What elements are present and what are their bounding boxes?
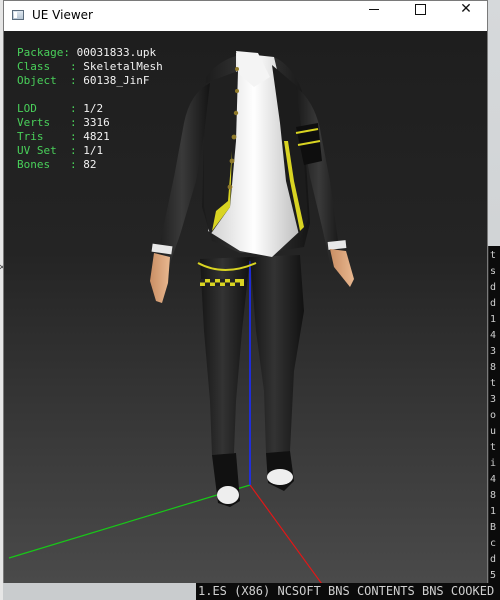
info-value-bones: 82 bbox=[83, 158, 97, 171]
background-console-strip: 1.ES (X86) NCSOFT BNS CONTENTS BNS COOKE… bbox=[196, 583, 500, 600]
info-row-bones: Bones : 82 bbox=[17, 158, 163, 172]
info-label-bones: Bones bbox=[17, 158, 51, 171]
mesh-info-overlay: Package: 00031833.upk Class : SkeletalMe… bbox=[17, 46, 163, 172]
info-value-class: SkeletalMesh bbox=[83, 60, 163, 73]
title-bar[interactable]: UE Viewer ✕ bbox=[4, 1, 487, 31]
info-value-verts: 3316 bbox=[83, 116, 110, 129]
info-sep: : bbox=[43, 130, 84, 143]
info-sep: : bbox=[56, 74, 84, 87]
ue-viewer-window: UE Viewer ✕ Package: 00031833.upk Class … bbox=[3, 0, 488, 583]
minimize-button[interactable] bbox=[351, 1, 397, 31]
background-console-line: 8 bbox=[490, 362, 497, 373]
background-console-window: tsdd1438t3outi481Bcd5t bbox=[488, 246, 500, 600]
info-sep: : bbox=[36, 102, 84, 115]
window-title: UE Viewer bbox=[32, 8, 93, 22]
info-label-tris: Tris bbox=[17, 130, 44, 143]
info-label-uvset: UV Set bbox=[17, 144, 57, 157]
info-label-lod: LOD bbox=[17, 102, 37, 115]
info-sep: : bbox=[63, 46, 77, 59]
background-console-line: d bbox=[490, 282, 497, 293]
info-label-object: Object bbox=[17, 74, 57, 87]
info-value-object: 60138_JinF bbox=[83, 74, 150, 87]
background-console-line: 1 bbox=[490, 506, 497, 517]
maximize-icon bbox=[414, 3, 426, 15]
right-shoe-sole bbox=[267, 469, 293, 485]
info-row-verts: Verts : 3316 bbox=[17, 116, 163, 130]
info-label-package: Package bbox=[17, 46, 64, 59]
right-leg bbox=[250, 255, 304, 453]
background-console-line: B bbox=[490, 522, 497, 533]
close-icon: ✕ bbox=[460, 1, 472, 17]
info-value-lod: 1/2 bbox=[83, 102, 104, 115]
background-console-line: 5 bbox=[490, 570, 497, 581]
info-sep: : bbox=[56, 144, 84, 157]
left-hand bbox=[150, 253, 170, 303]
background-console-line: 3 bbox=[490, 346, 497, 357]
background-console-line: t bbox=[490, 378, 497, 389]
background-console-line: t bbox=[490, 442, 497, 453]
info-row-uvset: UV Set : 1/1 bbox=[17, 144, 163, 158]
app-window-icon[interactable] bbox=[12, 10, 24, 20]
background-console-line: c bbox=[490, 538, 497, 549]
info-value-tris: 4821 bbox=[83, 130, 110, 143]
background-console-line: u bbox=[490, 426, 497, 437]
background-console-line: 8 bbox=[490, 490, 497, 501]
background-console-line: t bbox=[490, 250, 497, 261]
info-row-class: Class : SkeletalMesh bbox=[17, 60, 163, 74]
background-console-line: 1 bbox=[490, 314, 497, 325]
left-shoe-sole bbox=[217, 486, 239, 504]
right-hand bbox=[330, 249, 354, 287]
info-row-lod: LOD : 1/2 bbox=[17, 102, 163, 116]
info-sep: : bbox=[50, 60, 84, 73]
background-console-line: i bbox=[490, 458, 497, 469]
info-sep: : bbox=[50, 116, 84, 129]
minimize-icon bbox=[369, 8, 379, 10]
background-console-line: s bbox=[490, 266, 497, 277]
close-button[interactable]: ✕ bbox=[443, 1, 489, 31]
info-row-tris: Tris : 4821 bbox=[17, 130, 163, 144]
background-console-line: d bbox=[490, 298, 497, 309]
maximize-button[interactable] bbox=[397, 1, 443, 31]
background-console-text: 1.ES (X86) NCSOFT BNS CONTENTS BNS COOKE… bbox=[198, 584, 495, 598]
info-value-package: 00031833.upk bbox=[76, 46, 157, 59]
background-console-line: o bbox=[490, 410, 497, 421]
background-console-line: 4 bbox=[490, 474, 497, 485]
info-row-object: Object : 60138_JinF bbox=[17, 74, 163, 88]
info-value-uvset: 1/1 bbox=[83, 144, 104, 157]
3d-viewport[interactable]: Package: 00031833.upk Class : SkeletalMe… bbox=[4, 31, 487, 583]
left-leg bbox=[200, 257, 250, 455]
background-console-line: d bbox=[490, 554, 497, 565]
background-console-line: 3 bbox=[490, 394, 497, 405]
info-label-verts: Verts bbox=[17, 116, 51, 129]
info-label-class: Class bbox=[17, 60, 51, 73]
info-row-package: Package: 00031833.upk bbox=[17, 46, 163, 60]
background-console-line: 4 bbox=[490, 330, 497, 341]
info-sep: : bbox=[50, 158, 84, 171]
